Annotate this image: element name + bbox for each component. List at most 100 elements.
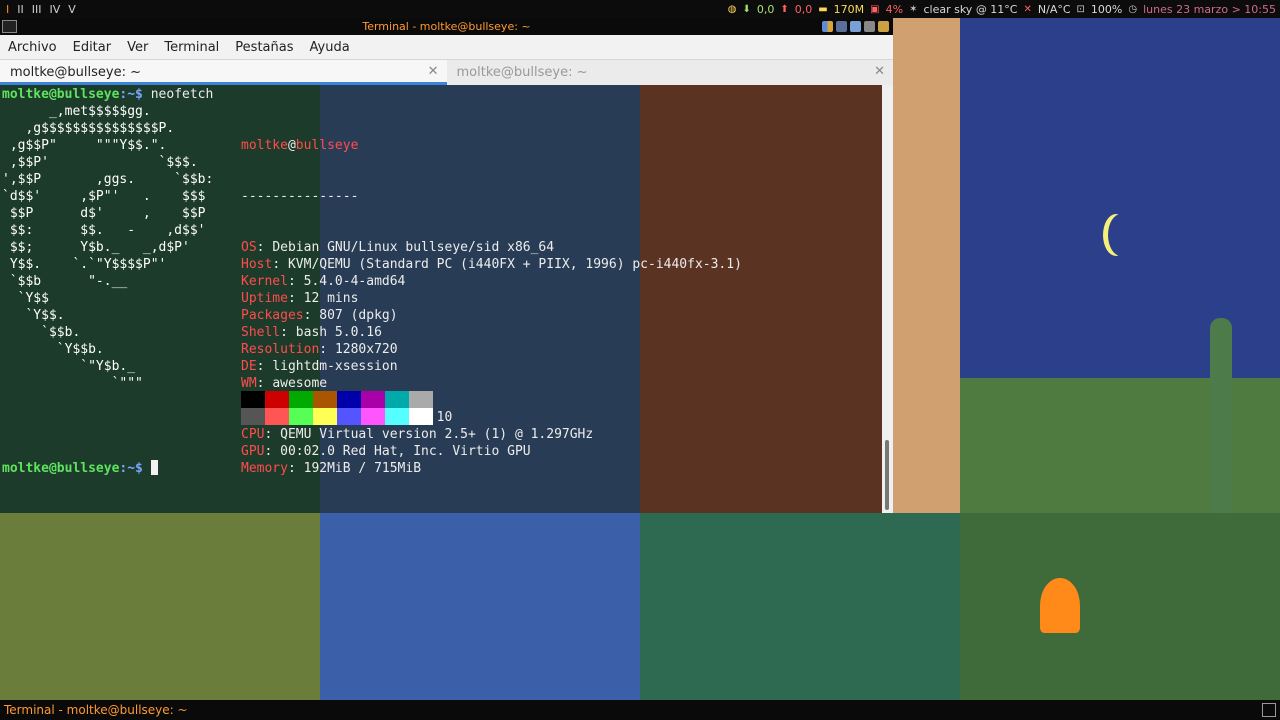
scrollbar-thumb[interactable] [885,440,889,510]
info-value: 12 mins [303,291,359,306]
color-palette [241,391,433,425]
close-button[interactable] [878,21,889,32]
info-value: lightdm-xsession [272,359,398,374]
menu-pestanas[interactable]: Pestañas [227,40,301,55]
clock-icon: ◷ [1128,3,1138,15]
sticky-button[interactable] [836,21,847,32]
color-swatch [241,408,265,425]
tab-label: moltke@bullseye: ~ [456,65,588,80]
info-row: OS: Debian GNU/Linux bullseye/sid x86_64 [241,239,742,256]
info-colon: : [319,342,335,357]
tab-label: moltke@bullseye: ~ [10,65,141,80]
info-header: moltke@bullseye [241,137,742,154]
memory-icon: ▬ [818,3,828,15]
weather-value: clear sky @ 11°C [923,2,1018,16]
task-item[interactable]: Terminal - moltke@bullseye: ~ [4,703,188,717]
text-cursor [150,460,158,475]
logo-line: $$P d$' , $$P [2,206,206,221]
floating-button[interactable] [822,21,833,32]
tag-list: I II III IV V [0,3,80,16]
info-colon: : [303,308,320,323]
terminal-window: Archivo Editar Ver Terminal Pestañas Ayu… [0,35,893,513]
color-swatch [265,408,289,425]
menu-terminal[interactable]: Terminal [156,40,227,55]
info-colon: : [256,240,273,255]
logo-line: `Y$$b. [2,342,104,357]
info-row: Shell: bash 5.0.16 [241,324,742,341]
tag-5[interactable]: V [64,3,80,16]
info-value: bash 5.0.16 [295,325,382,340]
info-key: Uptime [241,291,288,306]
logo-line: ,g$$P" """Y$$.". [2,138,167,153]
info-user: moltke [241,138,288,153]
volume-icon[interactable]: ⊡ [1077,4,1085,15]
info-key: Shell [241,325,281,340]
top-wibar: I II III IV V ◍ ⬇ 0,0 ⬆ 0,0 ▬ 170M ▣ 4% … [0,0,1280,18]
scrollbar[interactable] [882,85,893,513]
logo-line: ,g$$$$$$$$$$$$$$$P. [2,121,175,136]
info-separator: --------------- [241,189,359,204]
terminal-output[interactable]: moltke@bullseye:~$ neofetch _,met$$$$$gg… [0,85,882,513]
color-swatch [361,391,385,408]
memory-value: 170M [833,2,865,16]
info-row: Host: KVM/QEMU (Standard PC (i440FX + PI… [241,256,742,273]
system-tray-icon[interactable]: ◍ [728,4,737,15]
close-tab-icon[interactable]: ✕ [874,64,885,79]
info-row: Kernel: 5.4.0-4-amd64 [241,273,742,290]
logo-line: ',$$P ,ggs. `$$b: [2,172,214,187]
temperature-icon: ✕ [1023,3,1032,15]
info-value: Debian GNU/Linux bullseye/sid x86_64 [272,240,555,255]
tag-2[interactable]: II [13,3,28,16]
logo-line: `Y$$. [2,308,65,323]
tag-4[interactable]: IV [45,3,64,16]
tab-1[interactable]: moltke@bullseye: ~ ✕ [0,60,447,85]
color-swatch [409,391,433,408]
menu-editar[interactable]: Editar [65,40,120,55]
tag-3[interactable]: III [28,3,46,16]
info-colon: : [280,325,296,340]
logo-line: `$$b "-.__ [2,274,128,289]
logo-line: $$; Y$b._ _,d$P' [2,240,190,255]
color-swatch [409,408,433,425]
info-row: Resolution: 1280x720 [241,341,742,358]
info-key: Host [241,257,273,272]
menu-ver[interactable]: Ver [119,40,156,55]
tab-2[interactable]: moltke@bullseye: ~ ✕ [447,60,894,85]
date-time[interactable]: lunes 23 marzo > 10:55 [1143,3,1276,16]
logo-line: `d$$' ,$P"' . $$$ [2,189,206,204]
color-swatch [385,391,409,408]
info-value: 00:02.0 Red Hat, Inc. Virtio GPU [280,444,531,459]
info-rows: OS: Debian GNU/Linux bullseye/sid x86_64… [241,239,742,477]
system-info: moltke@bullseye --------------- OS: Debi… [241,103,742,511]
color-swatch [313,408,337,425]
color-swatch [313,391,337,408]
close-tab-icon[interactable]: ✕ [428,64,439,79]
moon-icon [1108,214,1134,256]
info-value: 192MiB / 715MiB [303,461,422,476]
wallpaper-panel [320,513,640,700]
info-colon: : [287,461,304,476]
wallpaper-night-sky [960,18,1280,378]
maximize-button[interactable] [864,21,875,32]
info-colon: : [264,444,281,459]
info-key: Memory [241,461,288,476]
logo-line: Y$$. `.`"Y$$$$P"' [2,257,167,272]
net-down-icon: ⬇ [742,3,751,15]
wallpaper-panel [0,513,320,700]
ontop-button[interactable] [850,21,861,32]
menu-archivo[interactable]: Archivo [0,40,65,55]
volume-value[interactable]: 100% [1091,3,1122,16]
menu-ayuda[interactable]: Ayuda [302,40,358,55]
logo-line: `Y$$ [2,291,49,306]
color-swatch [337,391,361,408]
info-key: Kernel [241,274,288,289]
layout-icon[interactable] [1262,703,1276,717]
info-row: DE: lightdm-xsession [241,358,742,375]
command-line: moltke@bullseye:~$ neofetch [2,86,213,103]
window-titlebar[interactable]: Terminal - moltke@bullseye: ~ [0,18,893,35]
temperature-value: N/A°C [1037,2,1071,16]
bottom-tasklist: Terminal - moltke@bullseye: ~ [0,700,1280,720]
info-key: DE [241,359,257,374]
logo-line: `$$b. [2,325,81,340]
tag-1[interactable]: I [2,3,13,16]
